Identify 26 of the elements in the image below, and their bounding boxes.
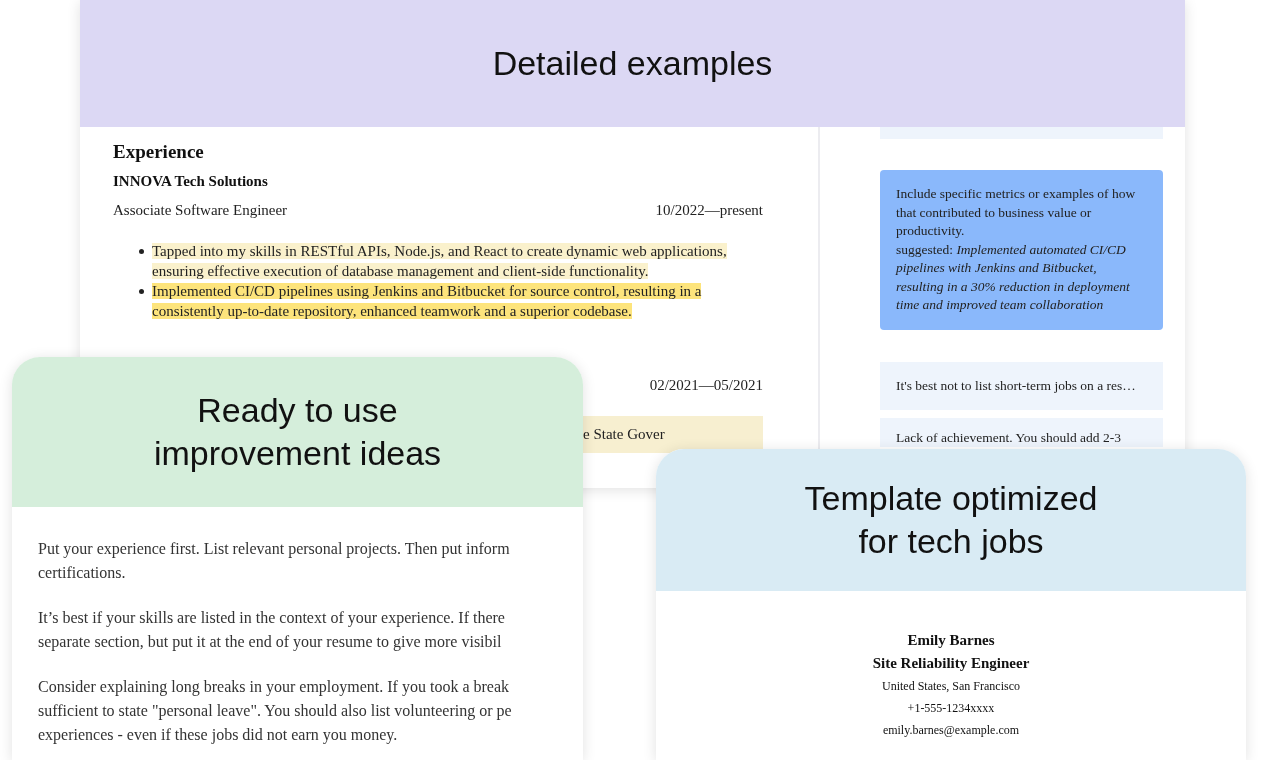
email-address: emily.barnes@example.com	[882, 722, 1020, 739]
tip-text: It's best not to list short-term jobs on a res…	[896, 376, 1137, 395]
location-text: United States, San Francisco	[882, 678, 1020, 695]
job-dates: 02/2021—05/2021	[649, 377, 763, 394]
person-name: Emily Barnes	[907, 631, 995, 650]
bullet-icon	[139, 249, 144, 254]
tip-text: Include specific metrics or examples of how that contributed to business value or productivity.	[896, 185, 1137, 240]
job-role: Associate Software Engineer	[113, 202, 288, 219]
phone-number: +1-555-1234xxxx	[907, 700, 995, 717]
bullet-text: Tapped into my skills in RESTful APIs, Node.js, and React to create dynamic web applications, ensuring effective execution of database management and client-side functionality.	[152, 242, 728, 281]
tip-card[interactable]: It's best not to list short-term jobs on a res…	[880, 361, 1163, 410]
advice-paragraph: Consider explaining long breaks in your employment. If you took a break sufficient to state "personal leave". You should also list volunteering or pe experiences - even if these jobs did not earn you money.	[38, 677, 513, 746]
job-title: Site Reliability Engineer	[872, 654, 1030, 673]
company-name: INNOVA Tech Solutions	[113, 173, 269, 190]
tip-card[interactable]	[880, 170, 1163, 330]
card-title: Detailed examples	[492, 43, 773, 84]
tip-card[interactable]: Lack of achievement. You should add 2-3	[880, 418, 1163, 447]
section-heading: Experience	[113, 141, 205, 163]
tip-suggestion: suggested: Implemented automated CI/CD pipelines with Jenkins and Bitbucket, resulting in a 30% reduction in deployment time and improved team collaboration	[896, 240, 1131, 314]
advice-paragraph: It’s best if your skills are listed in the context of your experience. If there separate section, but put it at the end of your resume to give more visibil	[38, 608, 506, 653]
advice-paragraph: Put your experience first. List relevant personal projects. Then put inform certifications.	[38, 539, 511, 583]
bullet-text: Implemented CI/CD pipelines using Jenkins and Bitbucket for source control, resulting in a consistently up-to-date repository, enhanced teamwork and a superior codebase.	[152, 282, 703, 321]
card-title: Template optimized for tech jobs	[803, 478, 1099, 562]
job-dates: 10/2022—present	[655, 202, 763, 219]
bullet-icon	[139, 289, 144, 294]
tip-text: Lack of achievement. You should add 2-3	[896, 429, 1122, 447]
